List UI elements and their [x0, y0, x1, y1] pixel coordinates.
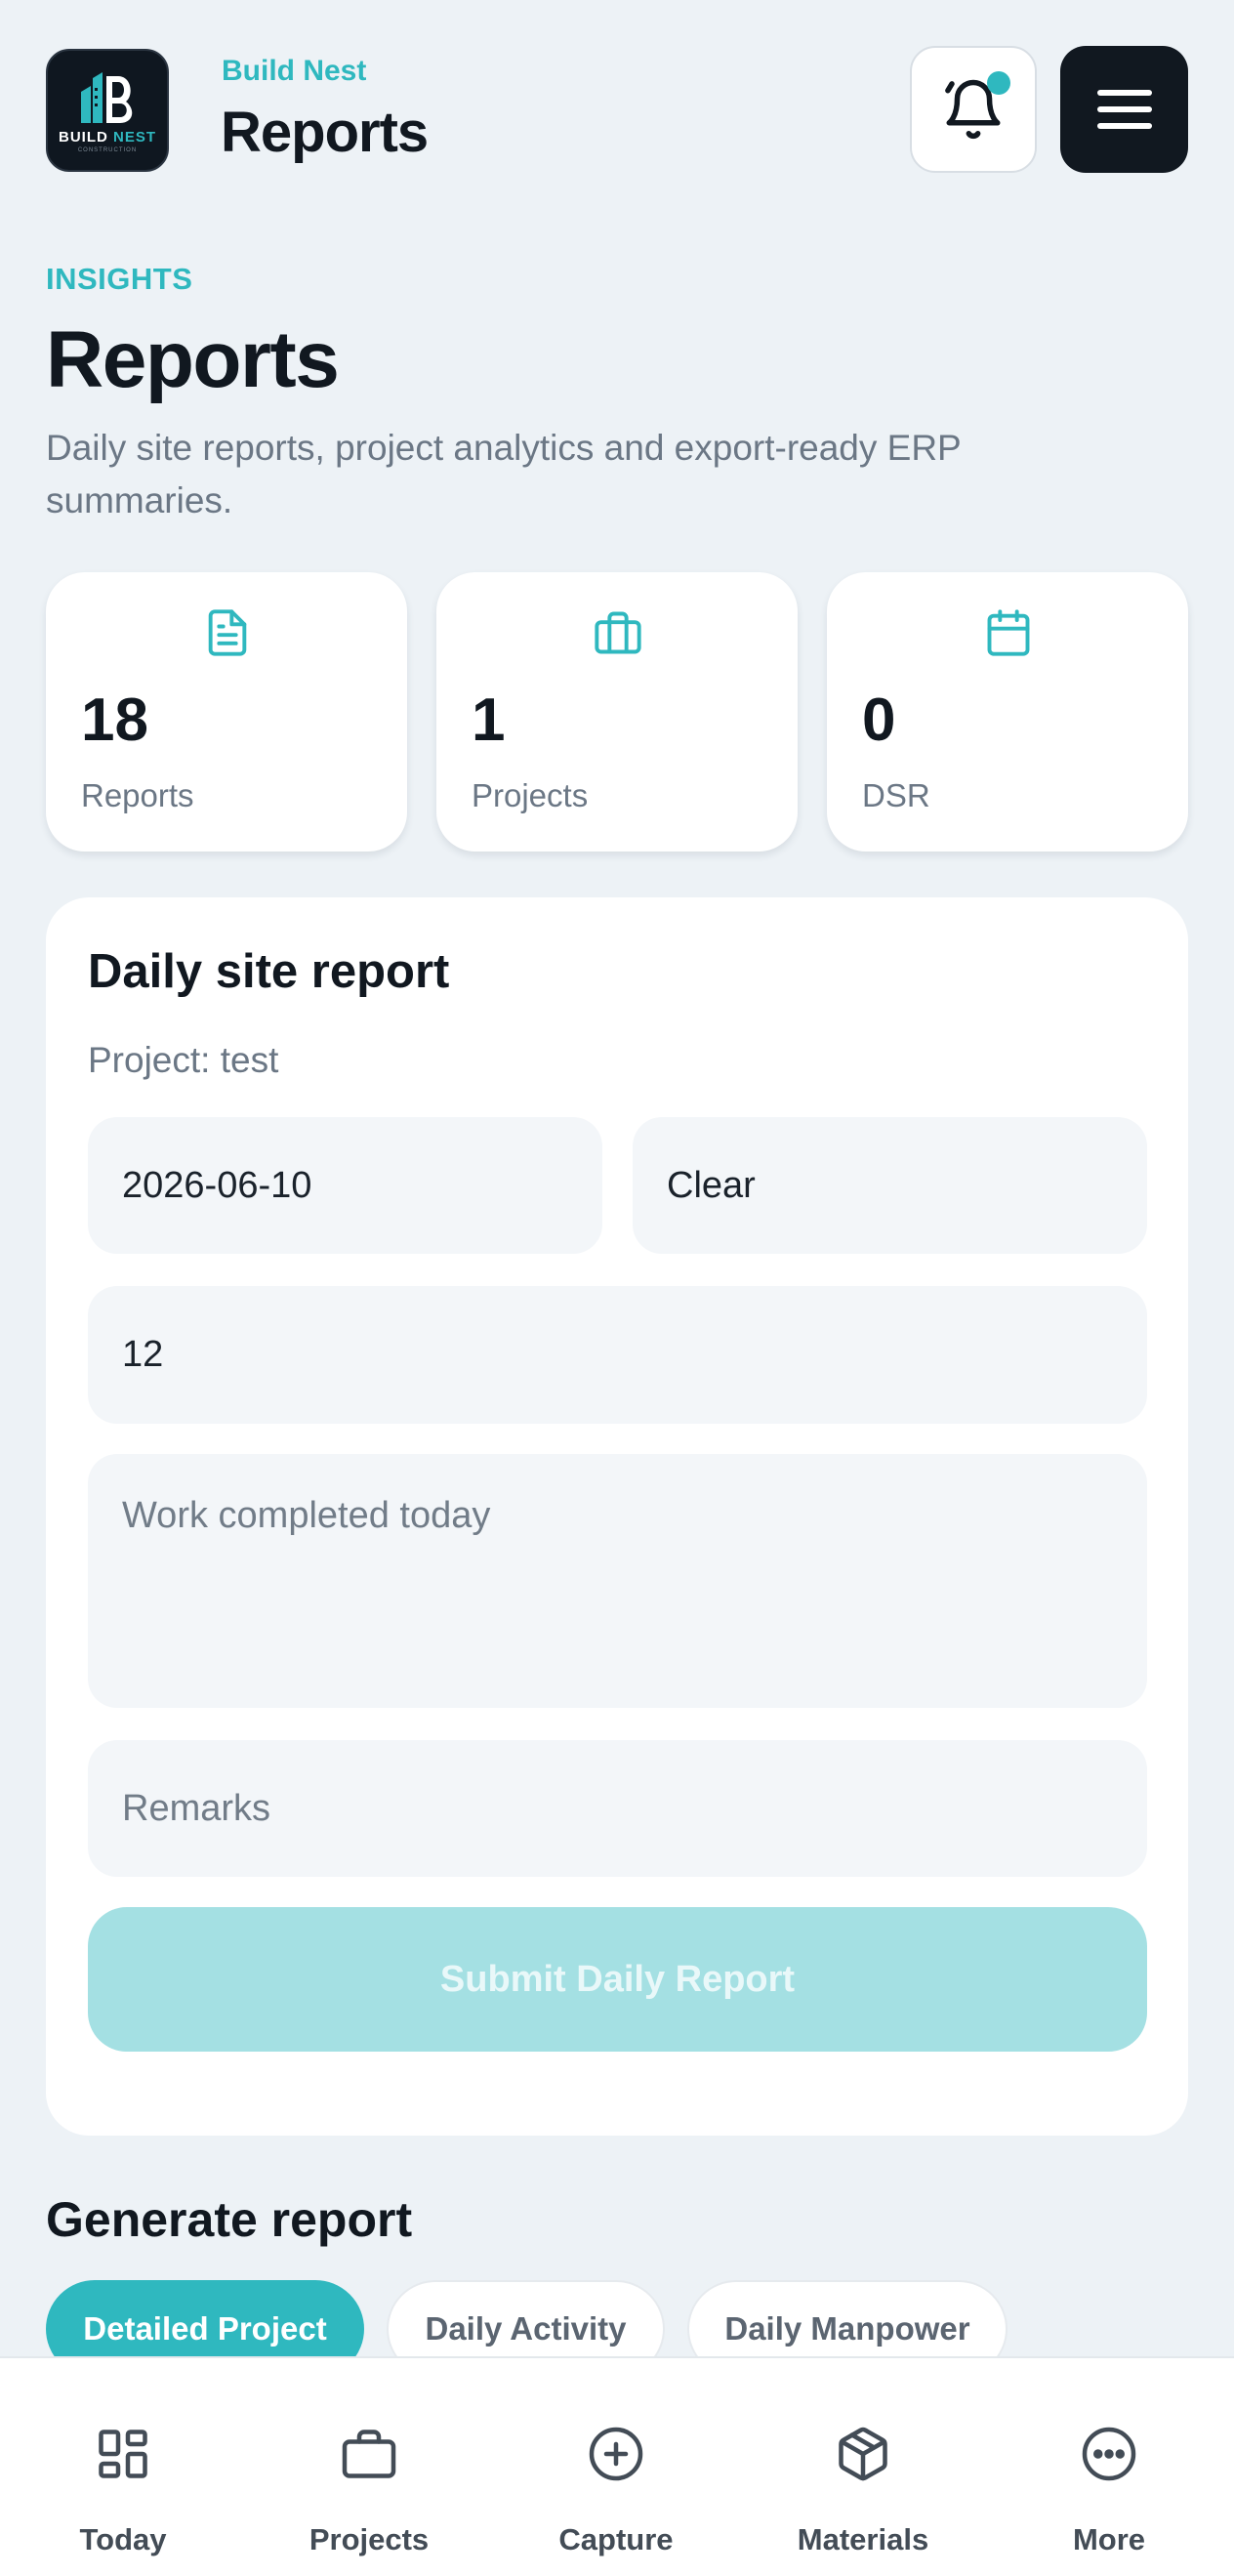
- stat-value: 0: [862, 686, 896, 754]
- nav-label: Materials: [797, 2522, 929, 2556]
- brand-name: Build Nest: [222, 55, 367, 87]
- header-title: Reports: [221, 101, 429, 164]
- stat-card-dsr[interactable]: 0 DSR: [827, 572, 1188, 852]
- nav-item-materials[interactable]: Materials: [740, 2358, 986, 2576]
- calendar-icon: [987, 609, 1030, 656]
- bottom-nav: Today Projects Capture Materials More: [0, 2356, 1234, 2576]
- nav-label: More: [1072, 2522, 1146, 2556]
- menu-button[interactable]: [1060, 46, 1188, 173]
- project-label: Project: test: [88, 1040, 279, 1080]
- stat-value: 1: [472, 686, 506, 754]
- nav-label: Today: [79, 2522, 167, 2556]
- page-title: Reports: [46, 315, 340, 404]
- notifications-button[interactable]: [910, 46, 1037, 173]
- app-header: BUILD NEST CONSTRUCTION Build Nest Repor…: [0, 0, 1234, 215]
- date-field[interactable]: 2026-06-10: [88, 1117, 602, 1254]
- hamburger-icon: [1096, 90, 1152, 129]
- nav-label: Capture: [558, 2522, 674, 2556]
- briefcase-icon: [342, 2430, 396, 2478]
- box-icon: [839, 2427, 887, 2481]
- plus-circle-icon: [589, 2427, 643, 2481]
- work-completed-textarea[interactable]: Work completed today: [88, 1454, 1147, 1708]
- daily-report-card: Daily site report Project: test 2026-06-…: [46, 897, 1188, 2136]
- submit-daily-report-button[interactable]: Submit Daily Report: [88, 1907, 1147, 2052]
- nav-label: Projects: [308, 2522, 430, 2556]
- stat-value: 18: [81, 686, 148, 754]
- stat-label: Projects: [472, 777, 589, 813]
- stat-card-reports[interactable]: 18 Reports: [46, 572, 407, 852]
- dashboard-icon: [99, 2430, 147, 2478]
- nav-item-capture[interactable]: Capture: [493, 2358, 739, 2576]
- building-logo-icon: [81, 71, 133, 123]
- remarks-field[interactable]: Remarks: [88, 1740, 1147, 1877]
- card-title: Daily site report: [88, 945, 450, 998]
- clear-button[interactable]: Clear: [633, 1117, 1147, 1254]
- document-icon: [208, 609, 247, 656]
- nav-item-more[interactable]: More: [986, 2358, 1232, 2576]
- app-logo[interactable]: BUILD NEST CONSTRUCTION: [46, 49, 169, 172]
- page-description: Daily site reports, project analytics an…: [46, 428, 962, 520]
- stat-label: Reports: [81, 777, 194, 813]
- more-icon: [1082, 2427, 1136, 2481]
- stat-card-projects[interactable]: 1 Projects: [436, 572, 798, 852]
- notification-badge: [987, 71, 1010, 95]
- nav-item-projects[interactable]: Projects: [246, 2358, 492, 2576]
- section-eyebrow: INSIGHTS: [46, 262, 193, 296]
- logo-wordmark: BUILD NEST: [58, 128, 156, 145]
- manpower-field[interactable]: 12: [88, 1286, 1147, 1424]
- briefcase-icon: [595, 611, 641, 654]
- nav-item-today[interactable]: Today: [0, 2358, 246, 2576]
- logo-tagline: CONSTRUCTION: [77, 146, 138, 153]
- generate-report-title: Generate report: [46, 2192, 413, 2247]
- stat-label: DSR: [862, 777, 930, 813]
- reports-page: BUILD NEST CONSTRUCTION Build Nest Repor…: [0, 0, 1234, 2576]
